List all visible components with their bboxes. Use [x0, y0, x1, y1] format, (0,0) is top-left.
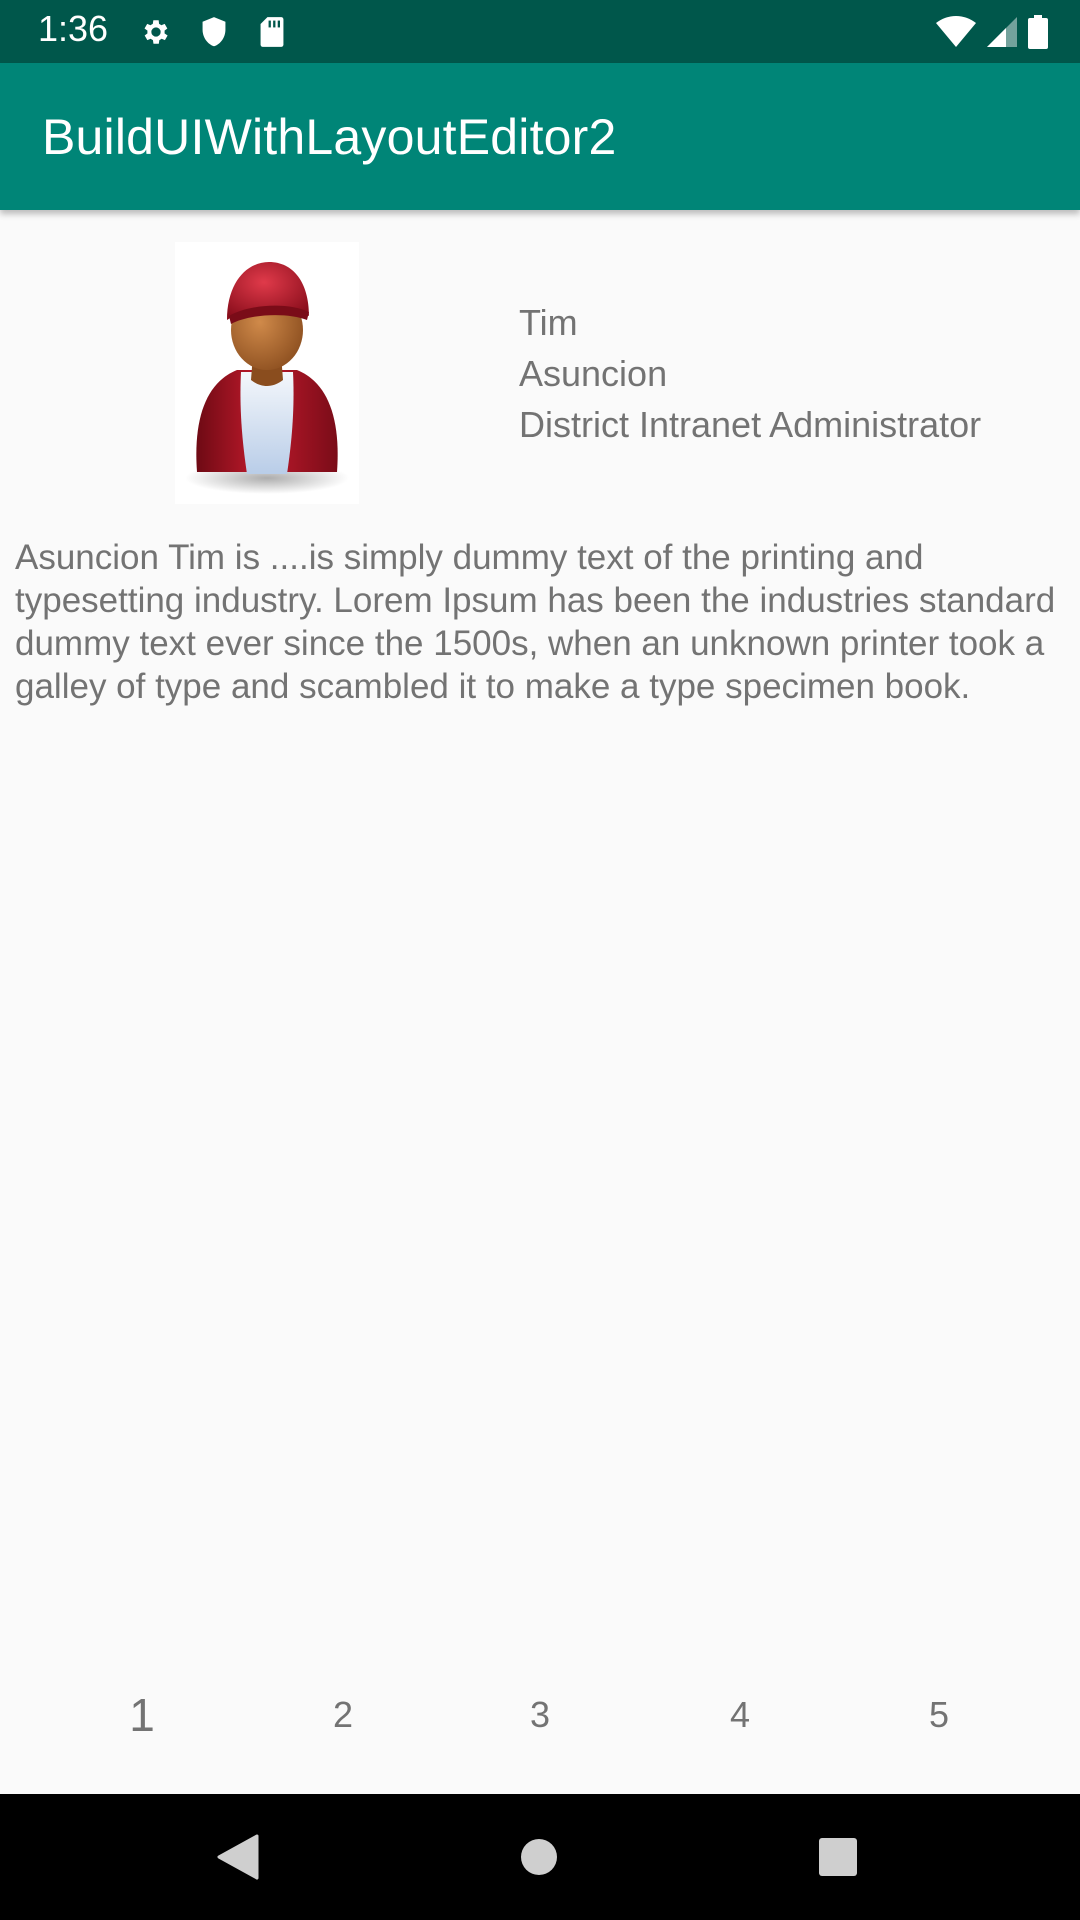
- avatar: [175, 242, 359, 504]
- app-bar: BuildUIWithLayoutEditor2: [0, 63, 1080, 210]
- bio-text: Asuncion Tim is ....is simply dummy text…: [15, 538, 1056, 706]
- back-icon[interactable]: [200, 1819, 276, 1895]
- page-5[interactable]: 5: [899, 1675, 979, 1755]
- pager: 1 2 3 4 5: [0, 1675, 1080, 1755]
- last-name: Asuncion: [519, 353, 668, 394]
- status-icons-left: [138, 14, 312, 50]
- battery-icon: [1028, 14, 1048, 50]
- page-2[interactable]: 2: [303, 1675, 383, 1755]
- home-icon[interactable]: [501, 1819, 577, 1895]
- status-icons-right: [926, 14, 1048, 50]
- page-3[interactable]: 3: [500, 1675, 580, 1755]
- page-1[interactable]: 1: [102, 1675, 182, 1755]
- page-4[interactable]: 4: [700, 1675, 780, 1755]
- status-bar: 1:36: [0, 0, 1080, 63]
- gear-icon: [138, 14, 174, 50]
- cell-signal-icon: [986, 14, 1018, 50]
- first-name: Tim: [519, 302, 578, 343]
- profile-info: Tim Asuncion District Intranet Administr…: [519, 297, 981, 450]
- job-title: District Intranet Administrator: [519, 404, 982, 445]
- wifi-icon: [936, 14, 976, 50]
- sd-card-icon: [254, 14, 290, 50]
- navigation-bar: [0, 1794, 1080, 1920]
- shield-icon: [196, 14, 232, 50]
- status-time: 1:36: [38, 8, 109, 49]
- app-title: BuildUIWithLayoutEditor2: [42, 109, 617, 165]
- recents-icon[interactable]: [800, 1819, 876, 1895]
